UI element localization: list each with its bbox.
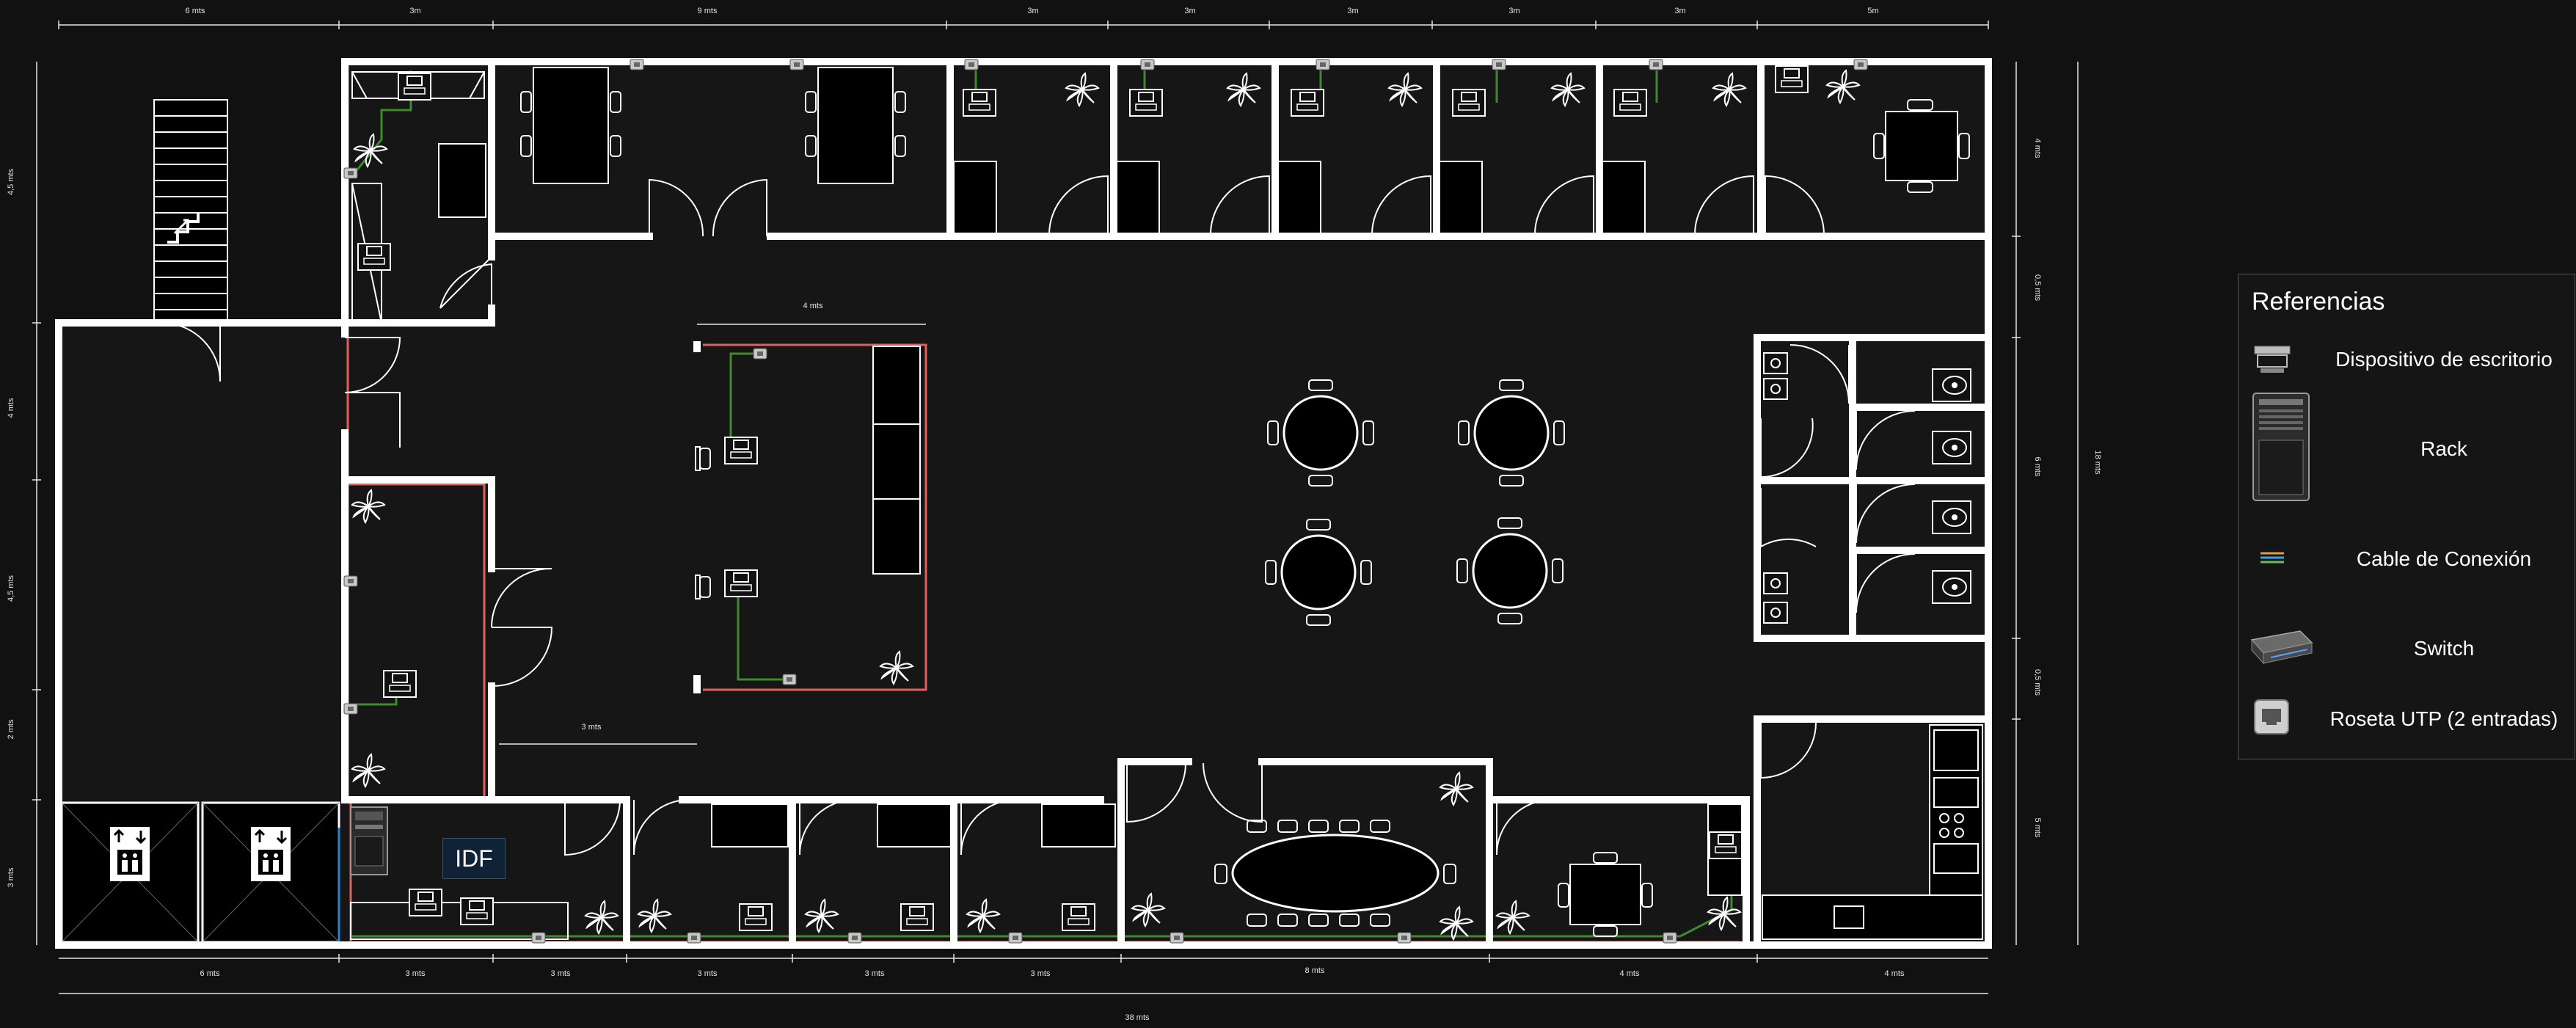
dim-bottom-5: 3 mts (865, 969, 885, 978)
dim-total-width: 38 mts (1125, 1013, 1150, 1022)
dim-top-8: 3m (1674, 7, 1685, 15)
legend-item-desktop: Dispositivo de escritorio (2239, 342, 2576, 379)
dim-interior-mid: 3 mts (582, 723, 602, 732)
legend-label-utp: Roseta UTP (2 entradas) (2329, 707, 2558, 730)
switch-icon (2250, 630, 2313, 665)
rack-icon (2252, 393, 2310, 501)
dim-left-4: 2 mts (7, 719, 15, 739)
dim-bottom-3: 3 mts (551, 969, 571, 978)
legend-item-switch: Switch (2239, 627, 2576, 678)
dim-top-5: 3m (1184, 7, 1195, 15)
floor-plan: 6 mts 3m 9 mts 3m 3m 3m 3m 3m 5m 6 mts 3… (7, 7, 2102, 1022)
dim-right-2: 0,5 mts (2033, 274, 2042, 302)
legend-item-cable: Cable de Conexión (2239, 537, 2576, 581)
dim-bottom-1: 6 mts (200, 969, 220, 978)
dim-bottom-2: 3 mts (406, 969, 426, 978)
dim-top-7: 3m (1508, 7, 1519, 15)
dim-bottom-7: 8 mts (1305, 966, 1325, 975)
dim-top-6: 3m (1347, 7, 1358, 15)
legend-label-switch: Switch (2413, 637, 2475, 660)
legend-item-rack: Rack (2239, 392, 2576, 509)
legend-label-rack: Rack (2420, 437, 2467, 460)
legend-item-utp: Roseta UTP (2 entradas) (2239, 699, 2576, 743)
legend-label-cable: Cable de Conexión (2356, 547, 2532, 570)
cable-icon (2261, 552, 2284, 564)
desktop-device-icon (2254, 346, 2291, 373)
dim-total-height: 18 mts (2093, 450, 2102, 475)
legend-label-desktop: Dispositivo de escritorio (2335, 348, 2553, 371)
dim-top-2: 3m (409, 7, 420, 15)
dim-bottom-6: 3 mts (1031, 969, 1051, 978)
dim-bottom-8: 4 mts (1620, 969, 1640, 978)
utp-outlet-icon (2254, 699, 2289, 734)
dim-top-9: 5m (1867, 7, 1878, 15)
dim-right-1: 4 mts (2033, 139, 2042, 158)
dim-interior-top: 4 mts (803, 302, 823, 310)
dim-right-3: 6 mts (2033, 457, 2042, 477)
dim-left-2: 4 mts (7, 398, 15, 418)
legend-panel: Referencias Dispositivo de escritorio Ra… (2238, 274, 2575, 759)
dim-bottom-9: 4 mts (1885, 969, 1905, 978)
dim-right-5: 5 mts (2033, 818, 2042, 838)
dim-right-4: 0,5 mts (2033, 669, 2042, 696)
dim-top-4: 3m (1027, 7, 1038, 15)
dim-bottom-4: 3 mts (698, 969, 718, 978)
dim-top-3: 9 mts (698, 7, 718, 15)
dim-top-1: 6 mts (186, 7, 205, 15)
dim-left-5: 3 mts (7, 867, 15, 887)
legend-title: Referencias (2252, 288, 2385, 316)
idf-room-label: IDF (442, 838, 506, 879)
idf-rack (350, 806, 388, 875)
dim-left-3: 4,5 mts (7, 575, 15, 602)
staircase (153, 99, 228, 321)
dim-left-1: 4,5 mts (7, 168, 15, 195)
